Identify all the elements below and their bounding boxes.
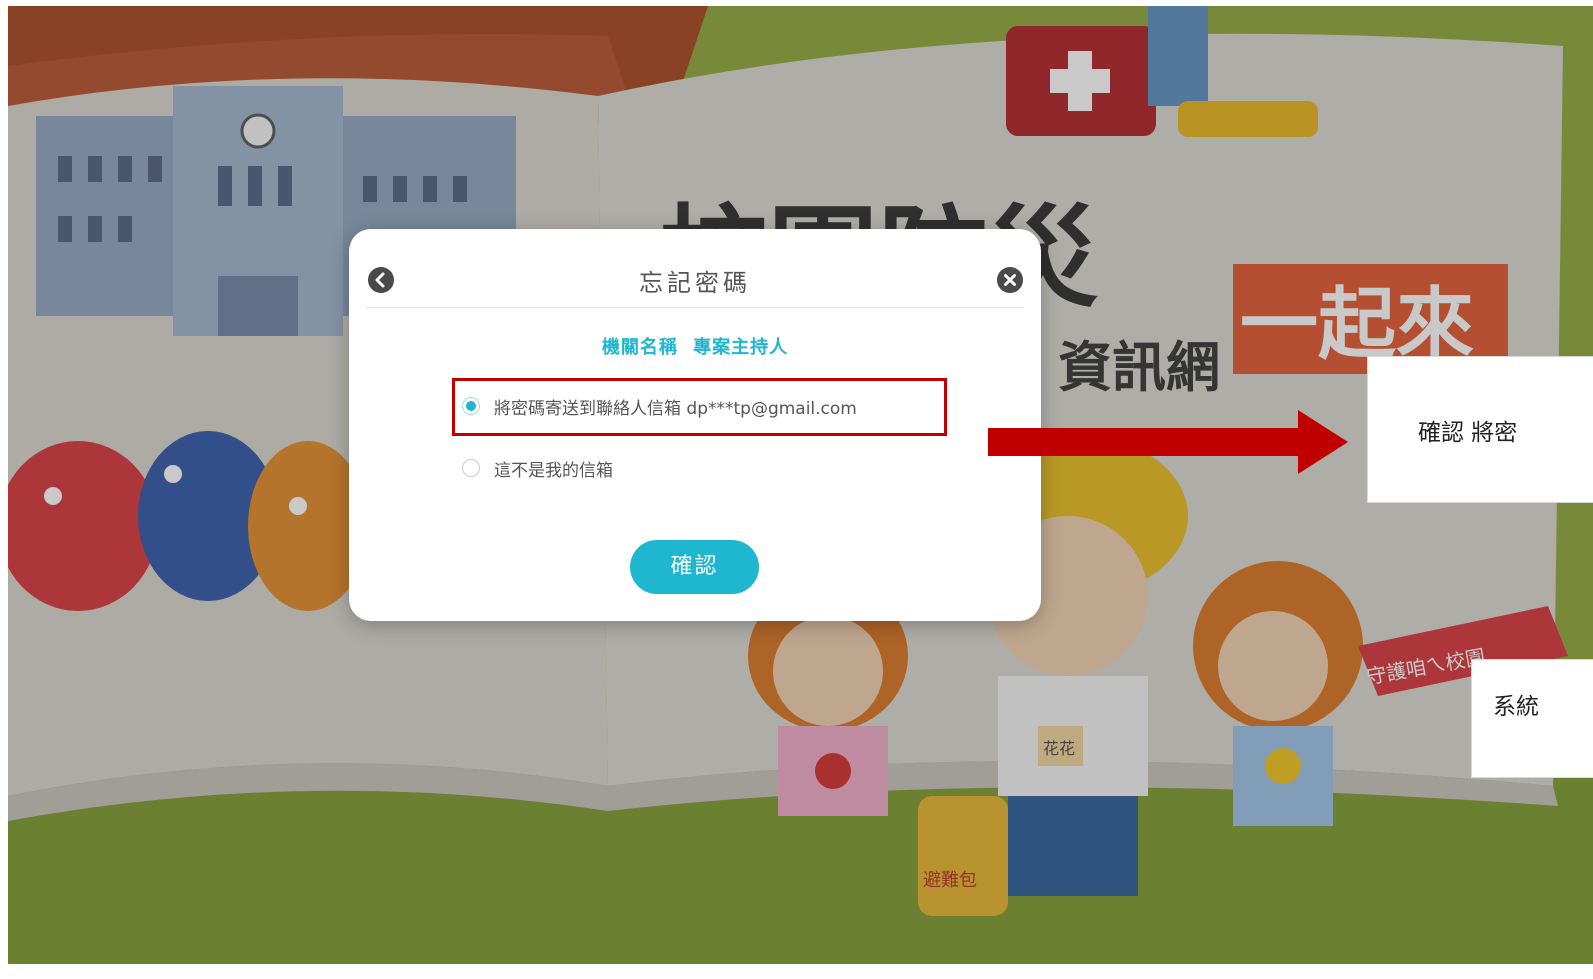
radio-send-email[interactable] (462, 397, 480, 415)
forgot-password-dialog: 忘記密碼 機關名稱 專案主持人 將密碼寄送到聯絡人信箱 dp***tp@gmai… (349, 229, 1041, 621)
option-send-email[interactable]: 將密碼寄送到聯絡人信箱 dp***tp@gmail.com (462, 392, 857, 420)
close-button[interactable] (997, 267, 1023, 293)
org-host: 專案主持人 (693, 337, 789, 358)
dialog-divider (366, 307, 1024, 308)
annotation-note-1-text: 確認 將密 (1418, 420, 1518, 446)
close-icon (1004, 274, 1016, 286)
option-not-my-email-label: 這不是我的信箱 (494, 460, 613, 481)
dialog-title: 忘記密碼 (639, 269, 751, 297)
confirm-button[interactable]: 確認 (630, 540, 759, 594)
annotation-note-2-text: 系統 (1493, 694, 1539, 720)
organization-info: 機關名稱 專案主持人 (349, 333, 1041, 359)
annotation-note-1: 確認 將密 (1367, 356, 1593, 503)
option-not-my-email[interactable]: 這不是我的信箱 (462, 454, 613, 482)
annotation-arrow-icon (988, 410, 1348, 474)
org-name: 機關名稱 (601, 337, 678, 358)
option-send-email-label: 將密碼寄送到聯絡人信箱 dp***tp@gmail.com (494, 398, 857, 419)
radio-not-my-email[interactable] (462, 459, 480, 477)
annotation-note-2: 系統 (1471, 659, 1593, 778)
